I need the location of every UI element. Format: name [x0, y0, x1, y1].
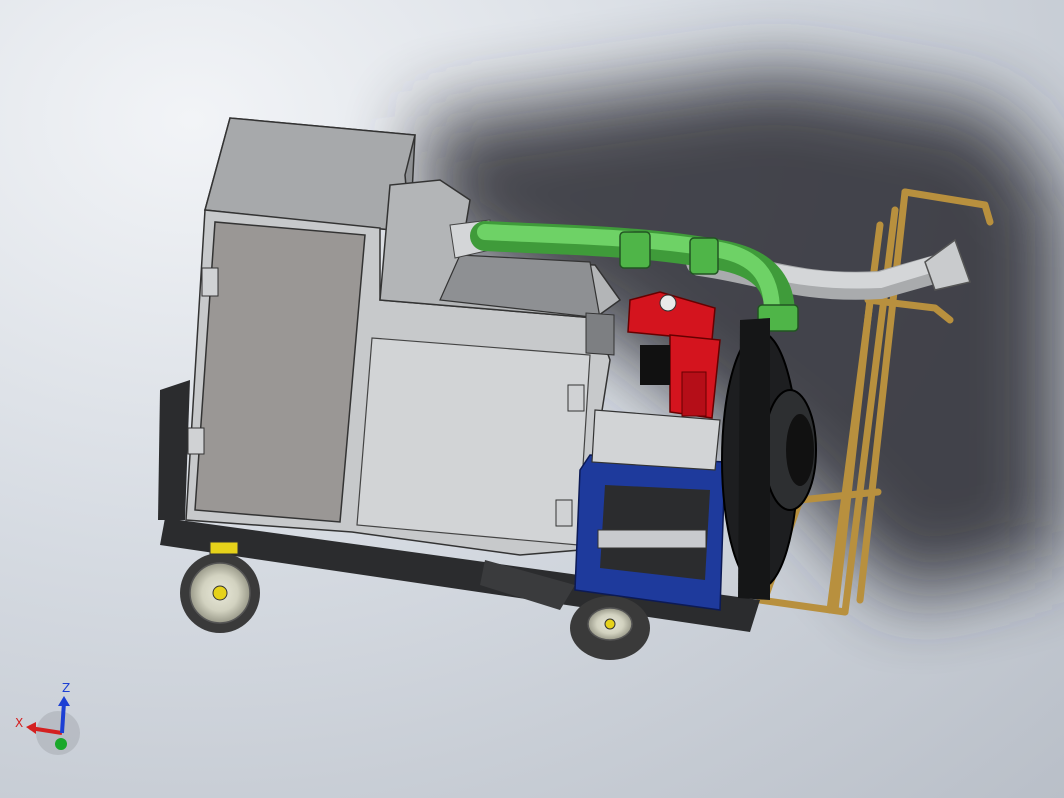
side-panel: [356, 337, 591, 546]
cad-viewport[interactable]: X Z: [0, 0, 1064, 798]
wheel-right: [570, 596, 650, 660]
orientation-triad[interactable]: [26, 696, 80, 755]
door-panel: [194, 221, 366, 523]
x-axis-label: X: [15, 716, 24, 730]
control-panel: [585, 312, 615, 356]
red-engine: [627, 291, 721, 419]
model-canvas[interactable]: [0, 0, 1064, 798]
z-axis-label: Z: [62, 681, 71, 695]
hinge-side-top: [567, 384, 585, 412]
z-axis-arrow: [60, 701, 66, 734]
hinge-side-bottom: [555, 499, 573, 527]
engine-block: [640, 345, 670, 385]
hinge-top: [201, 267, 219, 297]
y-axis-dot: [55, 738, 67, 750]
hinge-bottom: [187, 427, 205, 455]
motor-housing: [591, 409, 721, 471]
blue-frame: [574, 409, 726, 611]
